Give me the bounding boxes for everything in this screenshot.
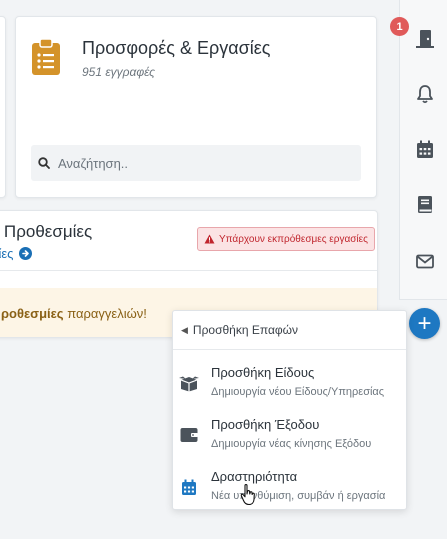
- chevron-left-icon: ◀: [181, 324, 188, 335]
- hand-cursor-icon: [240, 483, 255, 506]
- right-sidebar: [399, 0, 447, 300]
- envelope-icon[interactable]: [415, 251, 435, 271]
- search-box[interactable]: [31, 145, 361, 181]
- divider: [0, 270, 377, 271]
- menu-item-title: Προσθήκη Είδους: [211, 365, 315, 380]
- book-icon[interactable]: [415, 194, 435, 214]
- notice-text: παραγγελιών!: [63, 305, 147, 321]
- menu-item-add-product[interactable]: Προσθήκη Είδους Δημιουργία νέου Είδους/Υ…: [173, 359, 408, 407]
- warning-triangle-icon: [204, 234, 215, 244]
- offers-jobs-card: Προσφορές & Εργασίες 951 εγγραφές: [15, 16, 377, 198]
- add-button[interactable]: +: [409, 308, 440, 339]
- notification-count-badge: 1: [390, 17, 409, 36]
- menu-item-add-expense[interactable]: Προσθήκη Έξοδου Δημιουργία νέας κίνησης …: [173, 411, 408, 459]
- card-title[interactable]: Προσφορές & Εργασίες: [82, 38, 270, 59]
- menu-item-subtitle: Νέα υπενθύμιση, συμβάν ή εργασία: [211, 490, 386, 502]
- record-count: 951 εγγραφές: [82, 65, 155, 79]
- clipboard-list-icon: [32, 39, 60, 75]
- warning-badge-text: Υπάρχουν εκπρόθεσμες εργασίες: [219, 233, 368, 245]
- menu-header-label: Προσθήκη Επαφών: [192, 323, 299, 337]
- box-icon: [179, 373, 199, 393]
- search-icon: [38, 157, 50, 169]
- menu-item-title: Δραστηριότητα: [211, 469, 298, 484]
- calendar-icon: [179, 477, 199, 497]
- search-input[interactable]: [58, 155, 338, 171]
- bell-icon[interactable]: [415, 84, 435, 104]
- deadlines-title: ς Προθεσμίες: [0, 222, 93, 241]
- notice-bold: ροθεσμίες: [1, 305, 64, 321]
- menu-item-activity[interactable]: Δραστηριότητα Νέα υπενθύμιση, συμβάν ή ε…: [173, 463, 408, 511]
- menu-item-subtitle: Δημιουργία νέας κίνησης Εξόδου: [211, 438, 372, 450]
- menu-back-item[interactable]: ◀ Προσθήκη Επαφών: [173, 311, 406, 350]
- exit-door-icon[interactable]: [415, 29, 435, 49]
- add-menu: ◀ Προσθήκη Επαφών Προσθήκη Είδους Δημιου…: [172, 310, 407, 510]
- wallet-icon: [179, 425, 199, 445]
- menu-item-subtitle: Δημιουργία νέου Είδους/Υπηρεσίας: [211, 386, 385, 398]
- partial-card-left: [0, 16, 6, 198]
- overdue-warning-badge: Υπάρχουν εκπρόθεσμες εργασίες: [197, 227, 375, 251]
- deadlines-link[interactable]: μίες: [0, 246, 33, 261]
- menu-item-title: Προσθήκη Έξοδου: [211, 417, 320, 432]
- calendar-icon[interactable]: [415, 139, 435, 159]
- arrow-right-circle-icon: [19, 247, 33, 260]
- deadlines-link-label: μίες: [0, 246, 14, 261]
